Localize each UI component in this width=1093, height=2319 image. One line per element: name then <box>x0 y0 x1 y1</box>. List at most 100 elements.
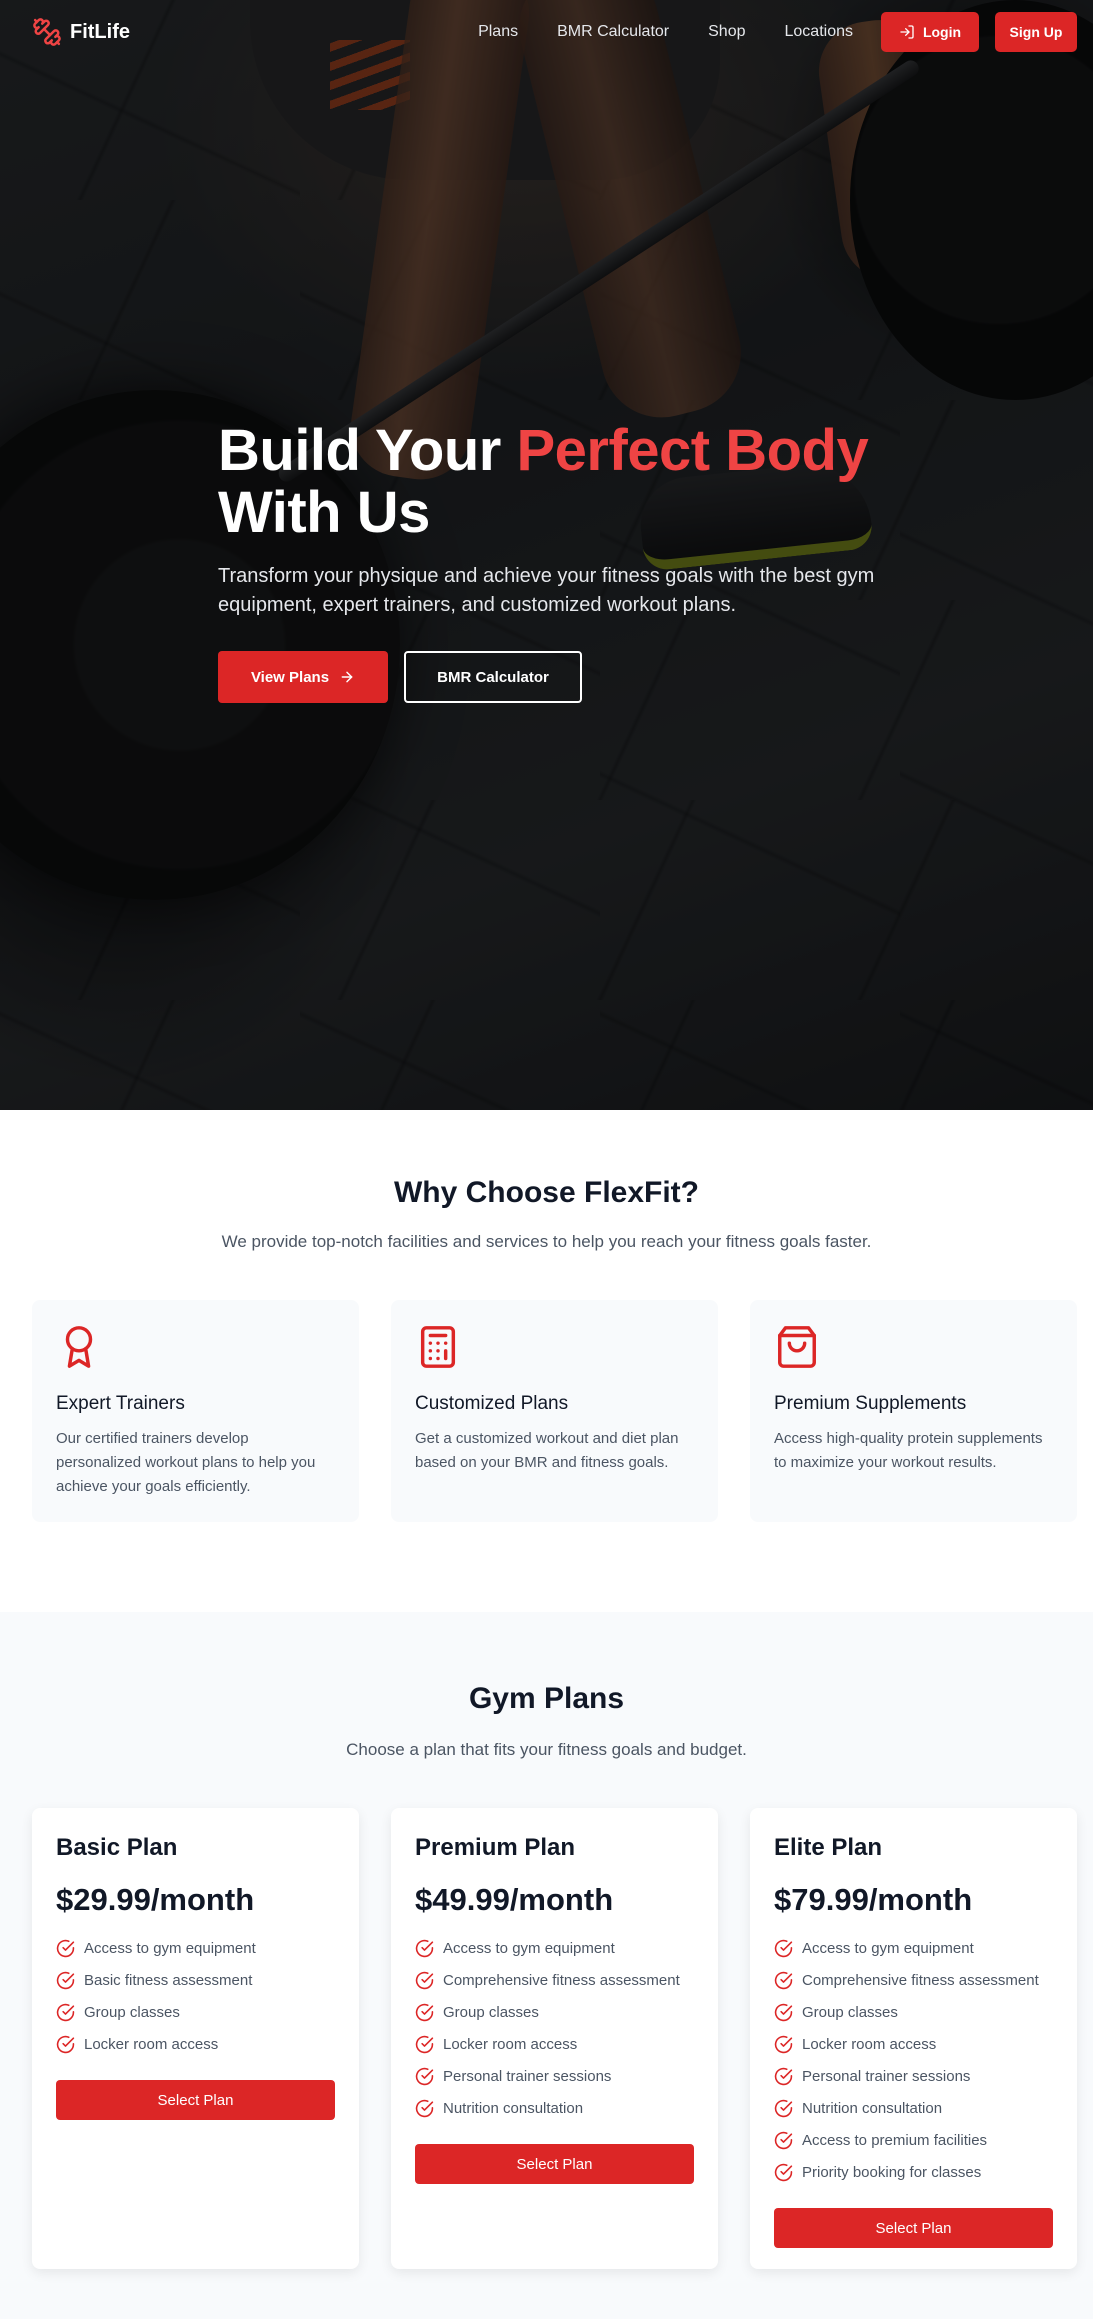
plan-name: Premium Plan <box>415 1834 576 1861</box>
view-plans-label: View Plans <box>250 668 330 686</box>
feature-title: Premium Supplements <box>774 1393 967 1414</box>
nav-link-shop[interactable]: Shop <box>708 23 745 41</box>
feature-card-premium-supplements: Premium Supplements Access high-quality … <box>750 1300 1077 1522</box>
feature-card-customized-plans: Customized Plans Get a customized workou… <box>391 1300 718 1522</box>
plan-feature-item: Group classes <box>56 1996 335 2028</box>
plan-feature-item: Access to gym equipment <box>415 1932 694 1964</box>
plan-feature-label: Group classes <box>443 2003 539 2021</box>
features-subtitle: We provide top-notch facilities and serv… <box>221 1232 872 1251</box>
plan-feature-item: Priority booking for classes <box>774 2156 1053 2188</box>
feature-description: Get a customized workout and diet plan b… <box>415 1430 679 1471</box>
plan-name: Elite Plan <box>774 1834 883 1861</box>
plan-feature-item: Locker room access <box>415 2028 694 2060</box>
select-plan-button[interactable]: Select Plan <box>56 2080 335 2120</box>
plans-title: Gym Plans <box>468 1682 625 1715</box>
arrow-right-icon <box>341 671 353 683</box>
award-icon <box>65 1326 93 1368</box>
check-circle-icon <box>774 2163 793 2181</box>
plan-feature-item: Locker room access <box>774 2028 1053 2060</box>
plan-feature-item: Comprehensive fitness assessment <box>415 1964 694 1996</box>
check-circle-icon <box>415 2099 434 2117</box>
plan-name: Basic Plan <box>56 1834 178 1861</box>
check-circle-icon <box>415 2003 434 2021</box>
plan-feature-label: Locker room access <box>443 2035 578 2053</box>
plan-feature-label: Group classes <box>802 2003 898 2021</box>
feature-title: Expert Trainers <box>56 1393 185 1414</box>
hero-title-accent: Perfect Body <box>516 418 869 483</box>
plan-features-list: Access to gym equipment Basic fitness ass… <box>56 1932 335 2060</box>
check-circle-icon <box>774 1939 793 1957</box>
login-button[interactable]: Login <box>881 12 979 52</box>
plan-feature-item: Nutrition consultation <box>774 2092 1053 2124</box>
plan-feature-label: Access to gym equipment <box>443 1939 615 1957</box>
check-circle-icon <box>774 2099 793 2117</box>
bmr-calculator-button[interactable]: BMR Calculator <box>404 651 582 703</box>
plan-feature-item: Personal trainer sessions <box>415 2060 694 2092</box>
nav-links: Plans BMR Calculator Shop Locations Logi… <box>478 12 1077 52</box>
check-circle-icon <box>56 1971 75 1989</box>
check-circle-icon <box>415 2067 434 2085</box>
check-circle-icon <box>56 1939 75 1957</box>
plan-cards: Basic Plan $29.99/month Access to gym equi… <box>0 1808 1093 2269</box>
plan-feature-item: Group classes <box>415 1996 694 2028</box>
plan-feature-label: Personal trainer sessions <box>443 2067 612 2085</box>
brand-logo[interactable]: FitLife <box>32 17 130 47</box>
check-circle-icon <box>415 1971 434 1989</box>
feature-cards: Expert Trainers Our certified trainers d… <box>0 1300 1093 1522</box>
brand-name: FitLife <box>70 20 130 43</box>
plan-price: $29.99/month <box>56 1882 255 1917</box>
check-circle-icon <box>415 2035 434 2053</box>
feature-title: Customized Plans <box>415 1393 569 1414</box>
login-label: Login <box>922 24 962 40</box>
login-icon <box>900 25 914 39</box>
top-navbar: FitLife Plans BMR Calculator Shop Locati… <box>0 0 1093 64</box>
select-plan-button[interactable]: Select Plan <box>774 2208 1053 2248</box>
hero-section: FitLife Plans BMR Calculator Shop Locati… <box>0 0 1093 1110</box>
plan-feature-item: Personal trainer sessions <box>774 2060 1053 2092</box>
plan-feature-label: Basic fitness assessment <box>84 1971 253 1989</box>
check-circle-icon <box>774 2003 793 2021</box>
features-section: Why Choose FlexFit? We provide top-notch… <box>0 1110 1093 1612</box>
plan-price: $49.99/month <box>415 1882 614 1917</box>
hero-title-start: Build Your <box>218 418 517 483</box>
select-plan-button[interactable]: Select Plan <box>415 2144 694 2184</box>
plans-section: Gym Plans Choose a plan that fits your f… <box>0 1612 1093 2319</box>
plan-features-list: Access to gym equipment Comprehensive fit… <box>774 1932 1053 2188</box>
plan-feature-label: Access to gym equipment <box>84 1939 256 1957</box>
plan-feature-label: Nutrition consultation <box>802 2099 943 2117</box>
hero-actions: View Plans BMR Calculator <box>218 651 958 703</box>
plan-feature-label: Personal trainer sessions <box>802 2067 971 2085</box>
check-circle-icon <box>774 2035 793 2053</box>
plan-feature-item: Access to gym equipment <box>56 1932 335 1964</box>
hero-subtitle: Transform your physique and achieve your… <box>218 565 875 616</box>
plan-feature-label: Priority booking for classes <box>802 2163 982 2181</box>
check-circle-icon <box>56 2035 75 2053</box>
plan-card-elite-plan: Elite Plan $79.99/month Access to gym equi… <box>750 1808 1077 2269</box>
check-circle-icon <box>415 1939 434 1957</box>
feature-card-expert-trainers: Expert Trainers Our certified trainers d… <box>32 1300 359 1522</box>
plan-features-list: Access to gym equipment Comprehensive fit… <box>415 1932 694 2124</box>
plan-feature-label: Locker room access <box>84 2035 219 2053</box>
nav-link-locations[interactable]: Locations <box>785 23 854 41</box>
feature-description: Access high-quality protein supplements … <box>774 1430 1043 1471</box>
plan-feature-item: Comprehensive fitness assessment <box>774 1964 1053 1996</box>
plan-feature-label: Access to premium facilities <box>802 2131 988 2149</box>
hero-title-end: With Us <box>218 480 430 545</box>
feature-description: Our certified trainers develop personali… <box>56 1430 316 1495</box>
plan-card-basic-plan: Basic Plan $29.99/month Access to gym equi… <box>32 1808 359 2269</box>
plans-subtitle: Choose a plan that fits your fitness goa… <box>346 1740 747 1759</box>
plan-feature-item: Access to premium facilities <box>774 2124 1053 2156</box>
nav-link-plans[interactable]: Plans <box>478 23 518 41</box>
plan-feature-item: Nutrition consultation <box>415 2092 694 2124</box>
plan-feature-label: Locker room access <box>802 2035 937 2053</box>
features-title: Why Choose FlexFit? <box>393 1176 699 1209</box>
plan-feature-item: Group classes <box>774 1996 1053 2028</box>
signup-button[interactable]: Sign Up <box>995 12 1077 52</box>
view-plans-button[interactable]: View Plans <box>218 651 388 703</box>
nav-link-bmr-calculator[interactable]: BMR Calculator <box>557 23 669 41</box>
plan-feature-item: Access to gym equipment <box>774 1932 1053 1964</box>
check-circle-icon <box>774 1971 793 1989</box>
calculator-icon <box>420 1326 456 1368</box>
plan-price: $79.99/month <box>774 1882 973 1917</box>
check-circle-icon <box>774 2131 793 2149</box>
